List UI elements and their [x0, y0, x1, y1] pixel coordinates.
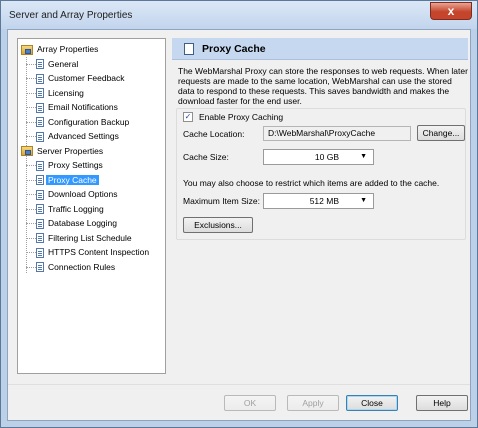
tree-line [26, 266, 36, 268]
cache-size-dropdown[interactable]: 10 GB ▼ [263, 149, 374, 165]
chevron-down-icon: ▼ [360, 197, 367, 204]
panel-header: Proxy Cache [172, 38, 468, 60]
apply-button[interactable]: Apply [287, 395, 339, 411]
tree-item[interactable]: Advanced Settings [26, 130, 121, 143]
tree-item[interactable]: Traffic Logging [26, 203, 106, 216]
ok-button[interactable]: OK [224, 395, 276, 411]
close-button[interactable]: Close [346, 395, 398, 411]
cache-settings-group: ✓ Enable Proxy Caching Cache Location: D… [176, 108, 466, 240]
chevron-down-icon: ▼ [360, 153, 367, 160]
tree-item-label: Configuration Backup [48, 116, 130, 127]
tree-item[interactable]: Configuration Backup [26, 116, 131, 129]
tree-line [26, 194, 36, 195]
tree-line [26, 136, 36, 137]
tree-line [26, 92, 36, 94]
tree-item[interactable]: Email Notifications [26, 101, 120, 114]
tree-item[interactable]: Proxy Settings [26, 159, 105, 172]
tree-item-label: Array Properties [37, 44, 99, 54]
page-icon [36, 262, 44, 273]
tree-line [26, 121, 36, 123]
tree-line [26, 148, 27, 273]
dialog-footer: OK Apply Close Help [8, 384, 470, 420]
folder-icon [21, 146, 33, 157]
close-window-button[interactable]: x [430, 2, 472, 20]
tree-item[interactable]: Licensing [26, 87, 86, 100]
page-icon [36, 131, 44, 142]
settings-tree: Array Properties General Customer Feedback… [17, 38, 166, 374]
cache-location-label: Cache Location: [183, 129, 245, 139]
page-icon [36, 59, 44, 70]
page-icon [36, 117, 44, 128]
tree-item-label: Proxy Settings [48, 160, 103, 170]
panel-description: The WebMarshal Proxy can store the respo… [178, 66, 468, 106]
page-icon [36, 189, 44, 200]
tree-item-label: Traffic Logging [48, 203, 104, 214]
close-icon: x [447, 4, 455, 18]
tree-item-label: Licensing [48, 87, 84, 98]
tree-line [26, 208, 36, 210]
page-icon [36, 88, 44, 99]
tree-line [26, 165, 36, 166]
page-icon [36, 73, 44, 84]
exclusions-button[interactable]: Exclusions... [183, 217, 253, 233]
tree-item[interactable]: Connection Rules [26, 261, 117, 274]
checkmark-icon: ✓ [184, 112, 192, 121]
tree-line [26, 252, 36, 253]
tree-item-label: HTTPS Content Inspection [48, 247, 150, 257]
panel-title: Proxy Cache [202, 43, 266, 55]
max-item-size-value: 512 MB [309, 196, 339, 206]
tree-line [26, 107, 36, 108]
page-icon [36, 247, 44, 258]
page-icon [36, 233, 44, 244]
tree-line [26, 63, 36, 65]
restrict-note: You may also choose to restrict which it… [183, 178, 440, 188]
tree-item[interactable]: Proxy Cache [26, 174, 99, 187]
title-bar[interactable]: Server and Array Properties x [1, 1, 477, 29]
page-icon [36, 102, 44, 113]
cache-location-field: D:\WebMarshal\ProxyCache [263, 126, 411, 141]
page-icon [36, 175, 44, 186]
page-icon [36, 204, 44, 215]
tree-item[interactable]: Array Properties [21, 43, 100, 56]
page-icon [184, 43, 194, 55]
change-location-button[interactable]: Change... [417, 125, 465, 141]
page-icon [36, 218, 44, 229]
tree-item[interactable]: HTTPS Content Inspection [26, 246, 151, 259]
properties-window: Server and Array Properties x Array Prop… [0, 0, 478, 428]
tree-item[interactable]: Filtering List Schedule [26, 232, 134, 245]
tree-item[interactable]: Download Options [26, 188, 119, 201]
tree-line [26, 78, 36, 79]
tree-line [26, 223, 36, 224]
cache-size-value: 10 GB [314, 152, 339, 162]
page-icon [36, 160, 44, 171]
tree-item-label: General [48, 58, 79, 69]
tree-line [26, 237, 36, 239]
tree-item-label: Proxy Cache [46, 174, 99, 185]
tree-item-label: Connection Rules [48, 261, 116, 272]
tree-item-label: Advanced Settings [48, 131, 119, 141]
tree-item[interactable]: General [26, 58, 80, 71]
max-item-size-label: Maximum Item Size: [183, 196, 260, 206]
tree-item-label: Email Notifications [48, 102, 118, 112]
enable-proxy-caching-label[interactable]: Enable Proxy Caching [199, 112, 283, 122]
tree-item-label: Server Properties [37, 145, 104, 156]
tree-item-label: Customer Feedback [48, 73, 125, 83]
tree-item[interactable]: Server Properties [21, 145, 105, 158]
folder-icon [21, 44, 33, 55]
enable-proxy-caching-checkbox[interactable]: ✓ [183, 112, 193, 122]
tree-item-label: Filtering List Schedule [48, 232, 132, 243]
proxy-cache-panel: Proxy Cache The WebMarshal Proxy can sto… [172, 38, 468, 378]
tree-item-label: Download Options [48, 189, 118, 199]
max-item-size-dropdown[interactable]: 512 MB ▼ [263, 193, 374, 209]
dialog-client-area: Array Properties General Customer Feedback… [7, 29, 471, 421]
window-title: Server and Array Properties [9, 10, 133, 21]
cache-size-label: Cache Size: [183, 152, 229, 162]
help-button[interactable]: Help [416, 395, 468, 411]
tree-line [26, 179, 36, 181]
tree-item-label: Database Logging [48, 218, 118, 228]
tree-item[interactable]: Customer Feedback [26, 72, 127, 85]
tree-item[interactable]: Database Logging [26, 217, 119, 230]
